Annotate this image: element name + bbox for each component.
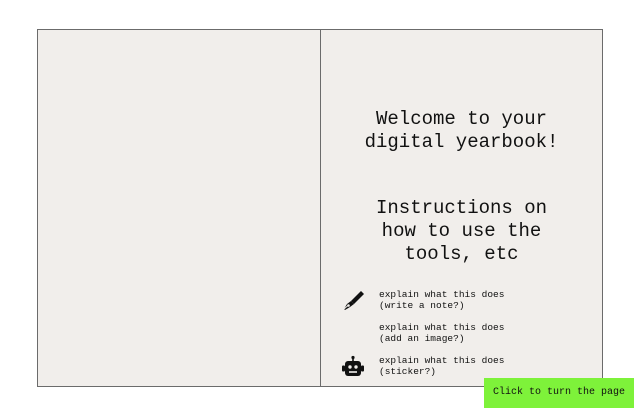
robot-icon[interactable] (341, 355, 365, 379)
tool-description-add-image: explain what this does (add an image?) (379, 322, 505, 344)
pen-icon[interactable] (341, 289, 365, 313)
image-icon[interactable] (341, 322, 365, 346)
left-page[interactable] (38, 30, 321, 386)
tool-row-add-image: explain what this does (add an image?) (341, 322, 591, 348)
instructions-heading: Instructions on how to use the tools, et… (375, 197, 548, 265)
welcome-title: Welcome to your digital yearbook! (364, 108, 559, 153)
yearbook: Welcome to your digital yearbook! Instru… (37, 29, 603, 387)
tool-description-sticker: explain what this does (sticker?) (379, 355, 505, 377)
tool-row-write-note: explain what this does (write a note?) (341, 289, 591, 315)
yearbook-stage: Welcome to your digital yearbook! Instru… (0, 0, 641, 416)
right-page[interactable]: Welcome to your digital yearbook! Instru… (321, 30, 602, 386)
tool-description-write-note: explain what this does (write a note?) (379, 289, 505, 311)
turn-page-button[interactable]: Click to turn the page (484, 378, 634, 408)
